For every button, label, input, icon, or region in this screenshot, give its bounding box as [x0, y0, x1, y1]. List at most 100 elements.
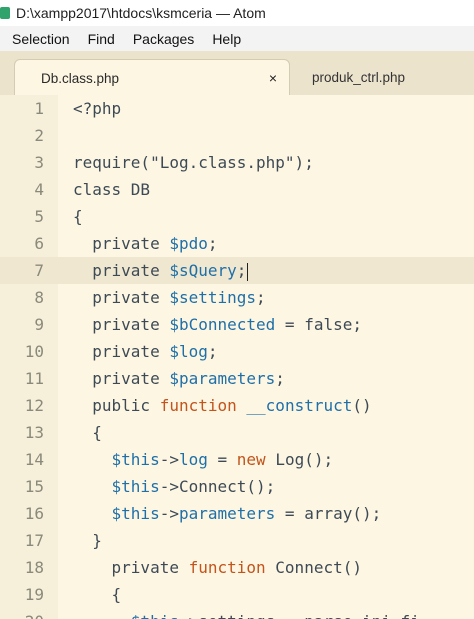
code-text: private $pdo; [73, 234, 218, 253]
code-line[interactable]: 8 private $settings; [0, 284, 474, 311]
code-token: ; [207, 234, 218, 253]
line-number: 20 [0, 612, 44, 619]
line-number: 18 [24, 558, 44, 577]
code-token: $this [131, 612, 179, 619]
code-token: private [73, 369, 170, 388]
code-line[interactable]: 15 $this->Connect(); [0, 473, 474, 500]
window-title: D:\xampp2017\htdocs\ksmceria — Atom [16, 5, 266, 21]
code-token: ; [256, 288, 266, 307]
line-number: 3 [34, 153, 44, 172]
code-line[interactable]: 14 $this->log = new Log(); [0, 446, 474, 473]
code-token: require("Log.class.php"); [73, 153, 314, 172]
code-text: $this->log = new Log(); [73, 450, 334, 469]
code-token: = array(); [275, 504, 382, 523]
code-token: ->Connect(); [159, 477, 276, 496]
code-token: private [73, 288, 170, 307]
code-line[interactable]: 9 private $bConnected = false; [0, 311, 474, 338]
code-line[interactable]: 11 private $parameters; [0, 365, 474, 392]
close-icon[interactable]: × [269, 70, 277, 86]
menu-selection[interactable]: Selection [12, 31, 70, 47]
code-token: private [73, 558, 189, 577]
code-token: $settings [169, 288, 257, 307]
code-line[interactable]: 3 require("Log.class.php"); [0, 149, 474, 176]
line-number: 5 [34, 207, 44, 226]
line-number: 14 [24, 450, 44, 469]
tab-label: Db.class.php [41, 70, 120, 86]
code-text: private $parameters; [73, 369, 285, 388]
code-text: private function Connect() [73, 558, 362, 577]
line-number: 6 [34, 234, 44, 253]
line-number: 19 [24, 585, 44, 604]
code-line[interactable]: 13 { [0, 419, 474, 446]
code-token: $bConnected [169, 315, 276, 334]
code-token: Connect() [265, 558, 362, 577]
code-line[interactable]: 5{ [0, 203, 474, 230]
code-token: ->settings = parse_ini_fi [179, 612, 420, 619]
code-line[interactable]: 16 $this->parameters = array(); [0, 500, 474, 527]
code-line[interactable]: 20 $this->settings = parse_ini_fi [0, 608, 474, 619]
code-text: $this->parameters = array(); [73, 504, 382, 523]
tab-bar: Db.class.php × produk_ctrl.php [0, 51, 474, 96]
code-token: private [73, 315, 170, 334]
line-number: 16 [24, 504, 44, 523]
code-token: { [73, 207, 83, 226]
code-line[interactable]: 4 class DB [0, 176, 474, 203]
code-token: <?php [73, 99, 122, 118]
code-text: class DB [73, 180, 150, 199]
tab-db-class[interactable]: Db.class.php × [14, 59, 290, 96]
menu-help[interactable]: Help [212, 31, 241, 47]
code-text: private $bConnected = false; [73, 315, 362, 334]
text-cursor [247, 262, 249, 281]
code-line[interactable]: 18 private function Connect() [0, 554, 474, 581]
title-bar: D:\xampp2017\htdocs\ksmceria — Atom [0, 0, 474, 27]
code-line[interactable]: 1 <?php [0, 95, 474, 122]
code-token: private [73, 234, 170, 253]
line-number: 13 [24, 423, 44, 442]
code-token: public [73, 396, 160, 415]
menu-find[interactable]: Find [88, 31, 115, 47]
line-number: 10 [24, 342, 44, 361]
line-number: 17 [24, 531, 44, 550]
code-text: private $settings; [73, 288, 266, 307]
menu-bar: Selection Find Packages Help [0, 26, 474, 52]
code-token: -> [159, 450, 179, 469]
code-text: private $log; [73, 342, 218, 361]
code-line[interactable]: 6 private $pdo; [0, 230, 474, 257]
line-number: 8 [34, 288, 44, 307]
code-token: new [236, 450, 266, 469]
line-number: 4 [34, 180, 44, 199]
code-token: -> [159, 504, 179, 523]
code-token: log [178, 450, 208, 469]
code-token: ; [207, 342, 218, 361]
menu-packages[interactable]: Packages [133, 31, 194, 47]
code-token: $sQuery [169, 261, 237, 280]
code-text: $this->Connect(); [73, 477, 276, 496]
code-token: Log(); [265, 450, 334, 469]
code-line[interactable]: 19 { [0, 581, 474, 608]
code-line[interactable]: 10 private $log; [0, 338, 474, 365]
code-token: $pdo [169, 234, 208, 253]
code-line[interactable]: 17 } [0, 527, 474, 554]
code-line[interactable]: 12 public function __construct() [0, 392, 474, 419]
code-token: } [73, 531, 102, 550]
code-token: $this [111, 477, 160, 496]
code-token: private [73, 342, 170, 361]
code-token: = false; [275, 315, 362, 334]
tab-produk-ctrl[interactable]: produk_ctrl.php [296, 59, 474, 95]
code-token: () [352, 396, 372, 415]
code-line[interactable]: 7 private $sQuery; [0, 257, 474, 284]
code-editor[interactable]: 1 <?php 2 3 require("Log.class.php"); 4 class … [0, 95, 474, 619]
code-text: private $sQuery; [73, 261, 249, 281]
code-line[interactable]: 2 [0, 122, 474, 149]
code-token: parameters [178, 504, 276, 523]
code-token: __construct [246, 396, 353, 415]
code-token: $this [111, 450, 160, 469]
code-text: public function __construct() [73, 396, 372, 415]
code-token: { [73, 423, 102, 442]
code-text: } [73, 531, 102, 550]
code-text: { [73, 423, 102, 442]
line-number: 2 [34, 126, 44, 145]
